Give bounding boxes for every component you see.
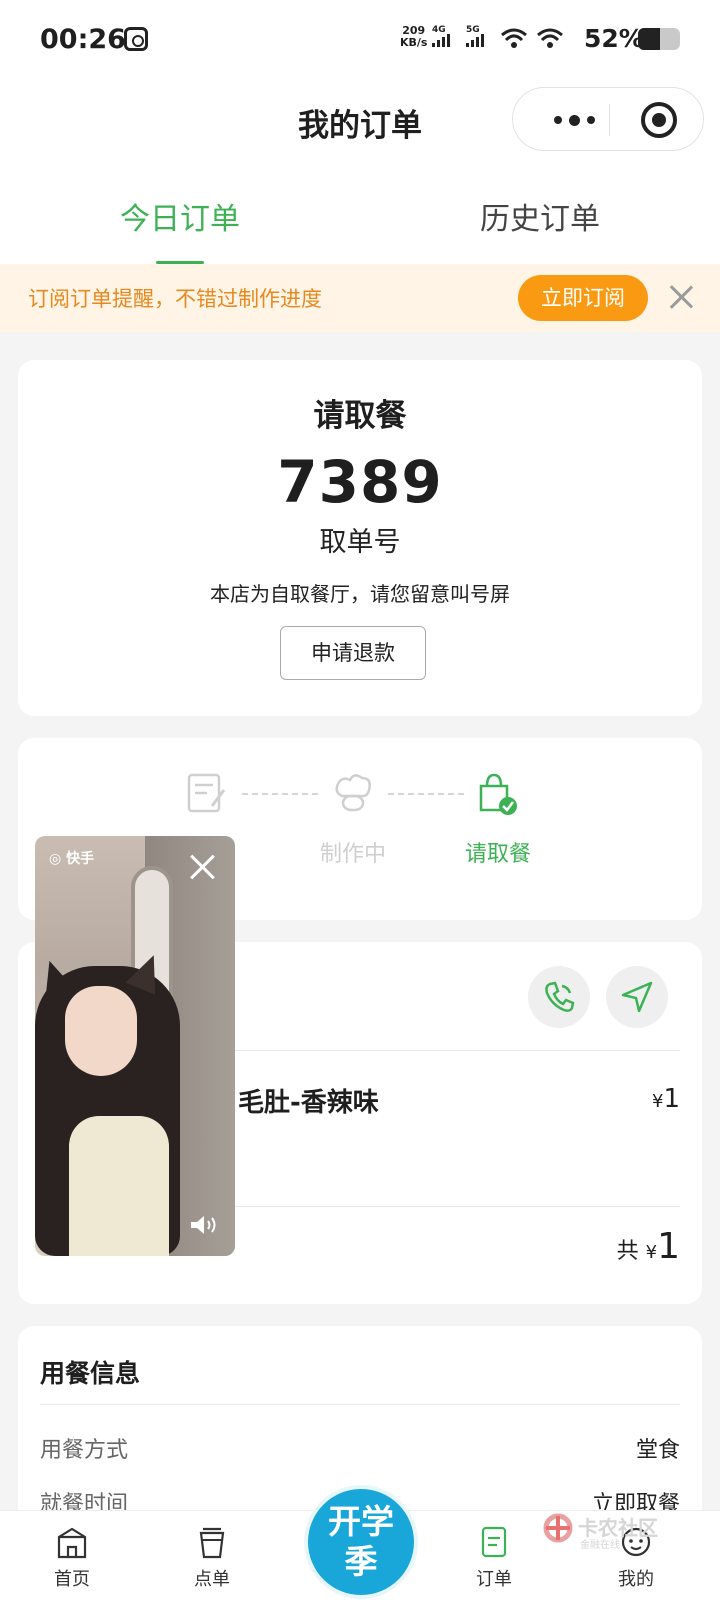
signal-icon <box>432 34 450 47</box>
navigation-arrow-icon <box>621 981 653 1013</box>
divider <box>40 1404 680 1405</box>
network-speed: 209 KB/s <box>400 25 427 49</box>
nav-home[interactable]: 首页 <box>32 1525 112 1591</box>
dining-mode-label: 用餐方式 <box>40 1438 129 1463</box>
navigate-button[interactable] <box>606 966 668 1028</box>
nav-menu-label: 点单 <box>194 1569 230 1590</box>
currency-symbol: ¥ <box>652 1091 664 1112</box>
watermark: 卡农社区 金融在线 <box>542 1508 672 1551</box>
step-label-ready: 请取餐 <box>464 842 531 867</box>
pickup-title: 请取餐 <box>313 398 407 434</box>
dining-mode-value: 堂食 <box>635 1438 680 1463</box>
nav-profile-label: 我的 <box>618 1569 654 1590</box>
video-app-name: 快手 <box>66 851 95 867</box>
mini-program-capsule <box>512 87 704 151</box>
subscribe-banner: 订阅订单提醒，不错过制作进度 立即订阅 <box>0 264 720 332</box>
call-button[interactable] <box>528 966 590 1028</box>
pickup-number-label: 取单号 <box>319 527 401 558</box>
close-program-icon[interactable] <box>641 102 677 138</box>
home-icon <box>57 1527 87 1559</box>
item-price-value: 1 <box>663 1084 680 1114</box>
back-to-school-promo-button[interactable]: 开学 季 <box>308 1489 414 1595</box>
nav-menu[interactable]: 点单 <box>172 1525 252 1591</box>
total-prefix: 共 <box>616 1239 639 1264</box>
battery-percent: 52% <box>584 24 644 53</box>
status-time: 00:26 <box>40 24 126 55</box>
promo-text-line1: 开学 <box>328 1502 394 1541</box>
speaker-icon[interactable] <box>189 1214 219 1236</box>
video-subject <box>65 986 137 1076</box>
subscribe-button[interactable]: 立即订阅 <box>518 275 648 321</box>
nav-orders[interactable]: 订单 <box>454 1525 534 1591</box>
item-name: 毛肚-香辣味 <box>238 1088 379 1118</box>
progress-connector <box>242 793 318 795</box>
wifi-icon <box>501 28 527 48</box>
dining-info-title: 用餐信息 <box>40 1359 141 1388</box>
orders-icon <box>481 1526 507 1558</box>
promo-text-line2: 季 <box>344 1542 378 1581</box>
shopping-bag-check-icon <box>479 773 517 815</box>
drink-cup-icon <box>199 1527 225 1559</box>
more-icon[interactable] <box>543 108 605 132</box>
kuaishou-logo: ◎ 快手 <box>49 851 95 867</box>
app-notification-icon <box>124 27 148 51</box>
currency-symbol: ¥ <box>645 1242 658 1263</box>
floating-video-player[interactable]: ◎ 快手 <box>35 836 235 1256</box>
refund-button[interactable]: 申请退款 <box>280 626 426 680</box>
order-tabs: 今日订单 历史订单 <box>0 170 720 264</box>
video-subject <box>69 1116 169 1256</box>
close-icon[interactable] <box>668 284 694 310</box>
battery-icon <box>638 28 680 50</box>
wifi-icon <box>537 28 563 48</box>
progress-connector <box>388 793 464 795</box>
total-amount: 1 <box>657 1226 680 1267</box>
status-bar: 00:26 209 KB/s 4G 5G 52% <box>0 0 720 78</box>
page-header: 我的订单 <box>0 78 720 170</box>
pickup-note: 本店为自取餐厅，请您留意叫号屏 <box>210 582 510 606</box>
battery-level <box>638 28 660 50</box>
tab-today-orders[interactable]: 今日订单 <box>0 194 360 238</box>
network-speed-unit: KB/s <box>400 36 428 49</box>
phone-icon <box>545 981 575 1012</box>
nav-home-label: 首页 <box>54 1569 90 1590</box>
subscribe-banner-text: 订阅订单提醒，不错过制作进度 <box>28 287 322 311</box>
watermark-subtext: 金融在线 <box>580 1540 620 1551</box>
order-placed-icon <box>187 773 226 813</box>
close-video-icon[interactable] <box>189 854 215 880</box>
capsule-divider <box>609 104 610 136</box>
pickup-number: 7389 <box>277 448 443 516</box>
item-price: ¥1 <box>652 1084 680 1114</box>
signal-icon <box>466 34 484 47</box>
order-total: 共 ¥1 <box>617 1226 680 1267</box>
pickup-card: 请取餐 7389 取单号 本店为自取餐厅，请您留意叫号屏 申请退款 <box>18 360 702 716</box>
chef-hat-icon <box>335 774 371 812</box>
watermark-logo-icon <box>543 1513 573 1543</box>
nav-orders-label: 订单 <box>476 1569 512 1590</box>
tab-history-orders[interactable]: 历史订单 <box>360 194 720 238</box>
step-label-preparing: 制作中 <box>319 842 386 867</box>
